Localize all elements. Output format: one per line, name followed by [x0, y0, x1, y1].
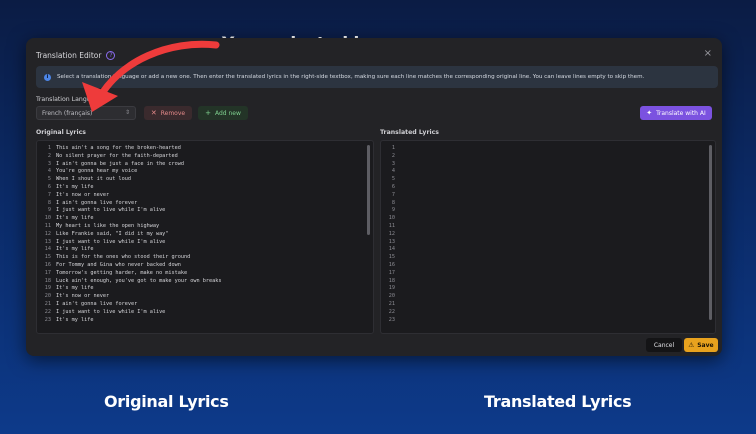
translated-lyrics-caption: Translated Lyrics [484, 392, 632, 411]
red-arrow-annotation [82, 40, 220, 112]
original-lyrics-caption: Original Lyrics [104, 392, 229, 411]
